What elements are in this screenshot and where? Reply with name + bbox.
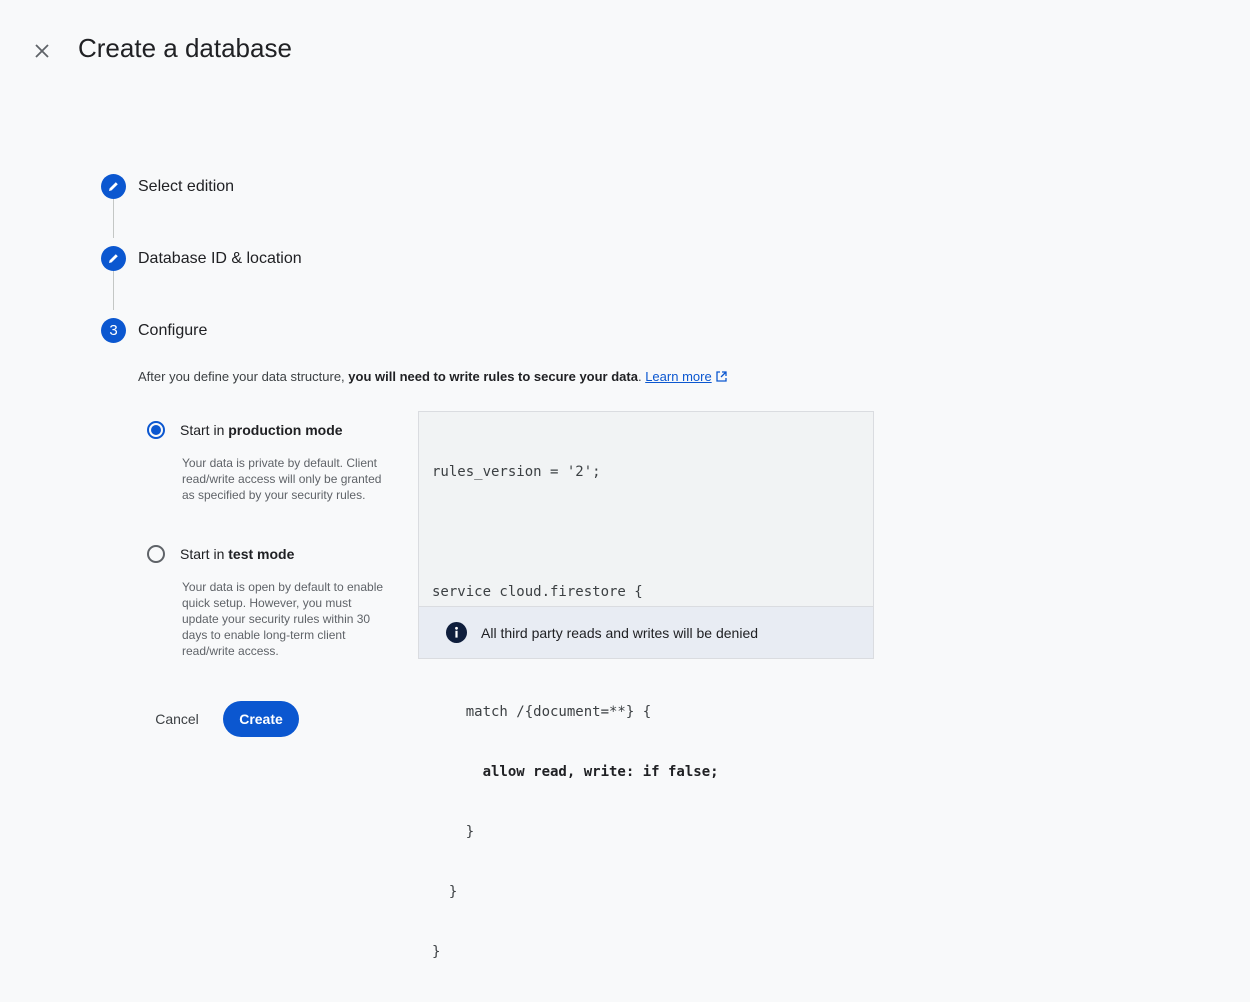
step-label: Configure <box>138 321 208 339</box>
step-edit-badge <box>101 246 126 271</box>
create-button[interactable]: Create <box>223 701 299 737</box>
radio-dot <box>151 425 161 435</box>
option-bold: production mode <box>228 422 343 438</box>
code-line: service cloud.firestore { <box>432 584 643 600</box>
test-mode-description: Your data is open by default to enable q… <box>182 580 384 658</box>
rules-code: rules_version = '2'; service cloud.fires… <box>432 422 778 1002</box>
configure-intro: After you define your data structure, yo… <box>138 369 728 384</box>
production-mode-label: Start in production mode <box>180 422 343 438</box>
rules-preview-panel: rules_version = '2'; service cloud.fires… <box>418 411 874 960</box>
step-label: Database ID & location <box>138 249 302 267</box>
code-line: } <box>432 884 458 900</box>
close-button[interactable] <box>30 39 54 63</box>
step-database-id-location[interactable]: Database ID & location <box>101 246 302 271</box>
rules-info-banner: All third party reads and writes will be… <box>419 606 873 658</box>
option-prefix: Start in <box>180 422 229 438</box>
banner-text: All third party reads and writes will be… <box>481 624 759 641</box>
code-line: rules_version = '2'; <box>432 464 601 480</box>
info-glyph <box>455 626 458 638</box>
stepper-connector <box>113 199 114 238</box>
option-prefix: Start in <box>180 546 229 562</box>
production-mode-radio[interactable] <box>147 421 165 439</box>
step-label: Select edition <box>138 177 235 195</box>
code-line: match /{document=**} { <box>432 704 652 720</box>
option-bold: test mode <box>228 546 295 562</box>
intro-text: After you define your data structure, <box>138 369 349 384</box>
step-number-badge: 3 <box>101 318 126 343</box>
pencil-icon <box>109 182 118 191</box>
external-link-icon <box>716 371 727 382</box>
step-configure: 3 Configure <box>101 318 207 343</box>
close-icon <box>35 44 49 58</box>
production-mode-description: Your data is private by default. Client … <box>182 456 382 502</box>
test-mode-option[interactable]: Start in test mode <box>147 545 294 563</box>
info-icon <box>446 622 467 643</box>
cancel-button[interactable]: Cancel <box>140 701 214 737</box>
intro-bold: you will need to write rules to secure y… <box>348 369 638 384</box>
stepper-connector <box>113 271 114 310</box>
page-title: Create a database <box>78 33 292 63</box>
code-line: } <box>432 824 475 840</box>
pencil-icon <box>109 254 118 263</box>
code-line: } <box>432 944 441 960</box>
step-edit-badge <box>101 174 126 199</box>
production-mode-option[interactable]: Start in production mode <box>147 421 343 439</box>
test-mode-radio[interactable] <box>147 545 165 563</box>
test-mode-label: Start in test mode <box>180 546 294 562</box>
learn-more-link[interactable]: Learn more <box>645 369 711 384</box>
code-line: allow read, write: if false; <box>432 764 719 780</box>
step-select-edition[interactable]: Select edition <box>101 174 234 199</box>
